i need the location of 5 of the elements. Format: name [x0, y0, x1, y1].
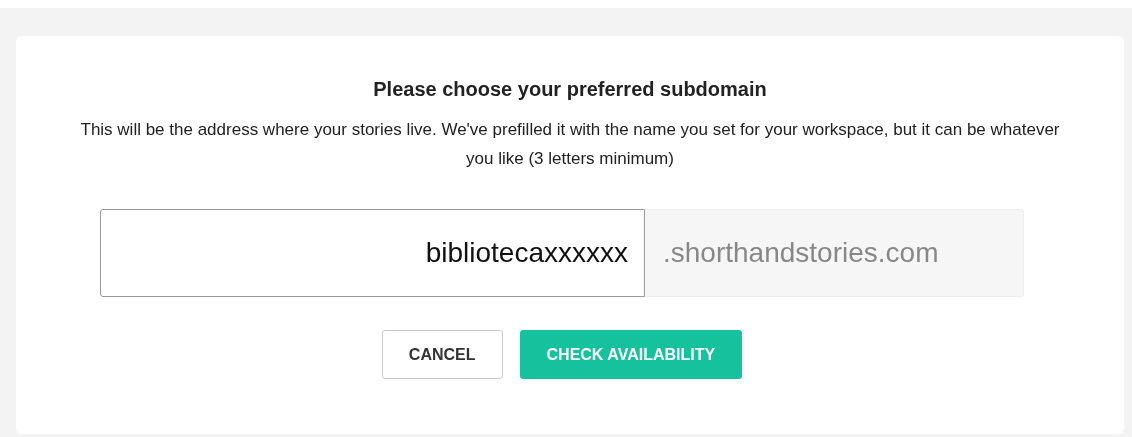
- cancel-button[interactable]: CANCEL: [381, 330, 503, 379]
- dialog-description: This will be the address where your stories live. We've prefilled it with the name you set for your workspace, but it can be whatever you like (3 letters minimum): [79, 119, 1061, 170]
- domain-suffix: .shorthandstories.com: [645, 209, 1024, 297]
- dialog-title: Please choose your preferred subdomain: [373, 78, 767, 101]
- subdomain-input[interactable]: bibliotecaxxxxxx: [100, 209, 645, 297]
